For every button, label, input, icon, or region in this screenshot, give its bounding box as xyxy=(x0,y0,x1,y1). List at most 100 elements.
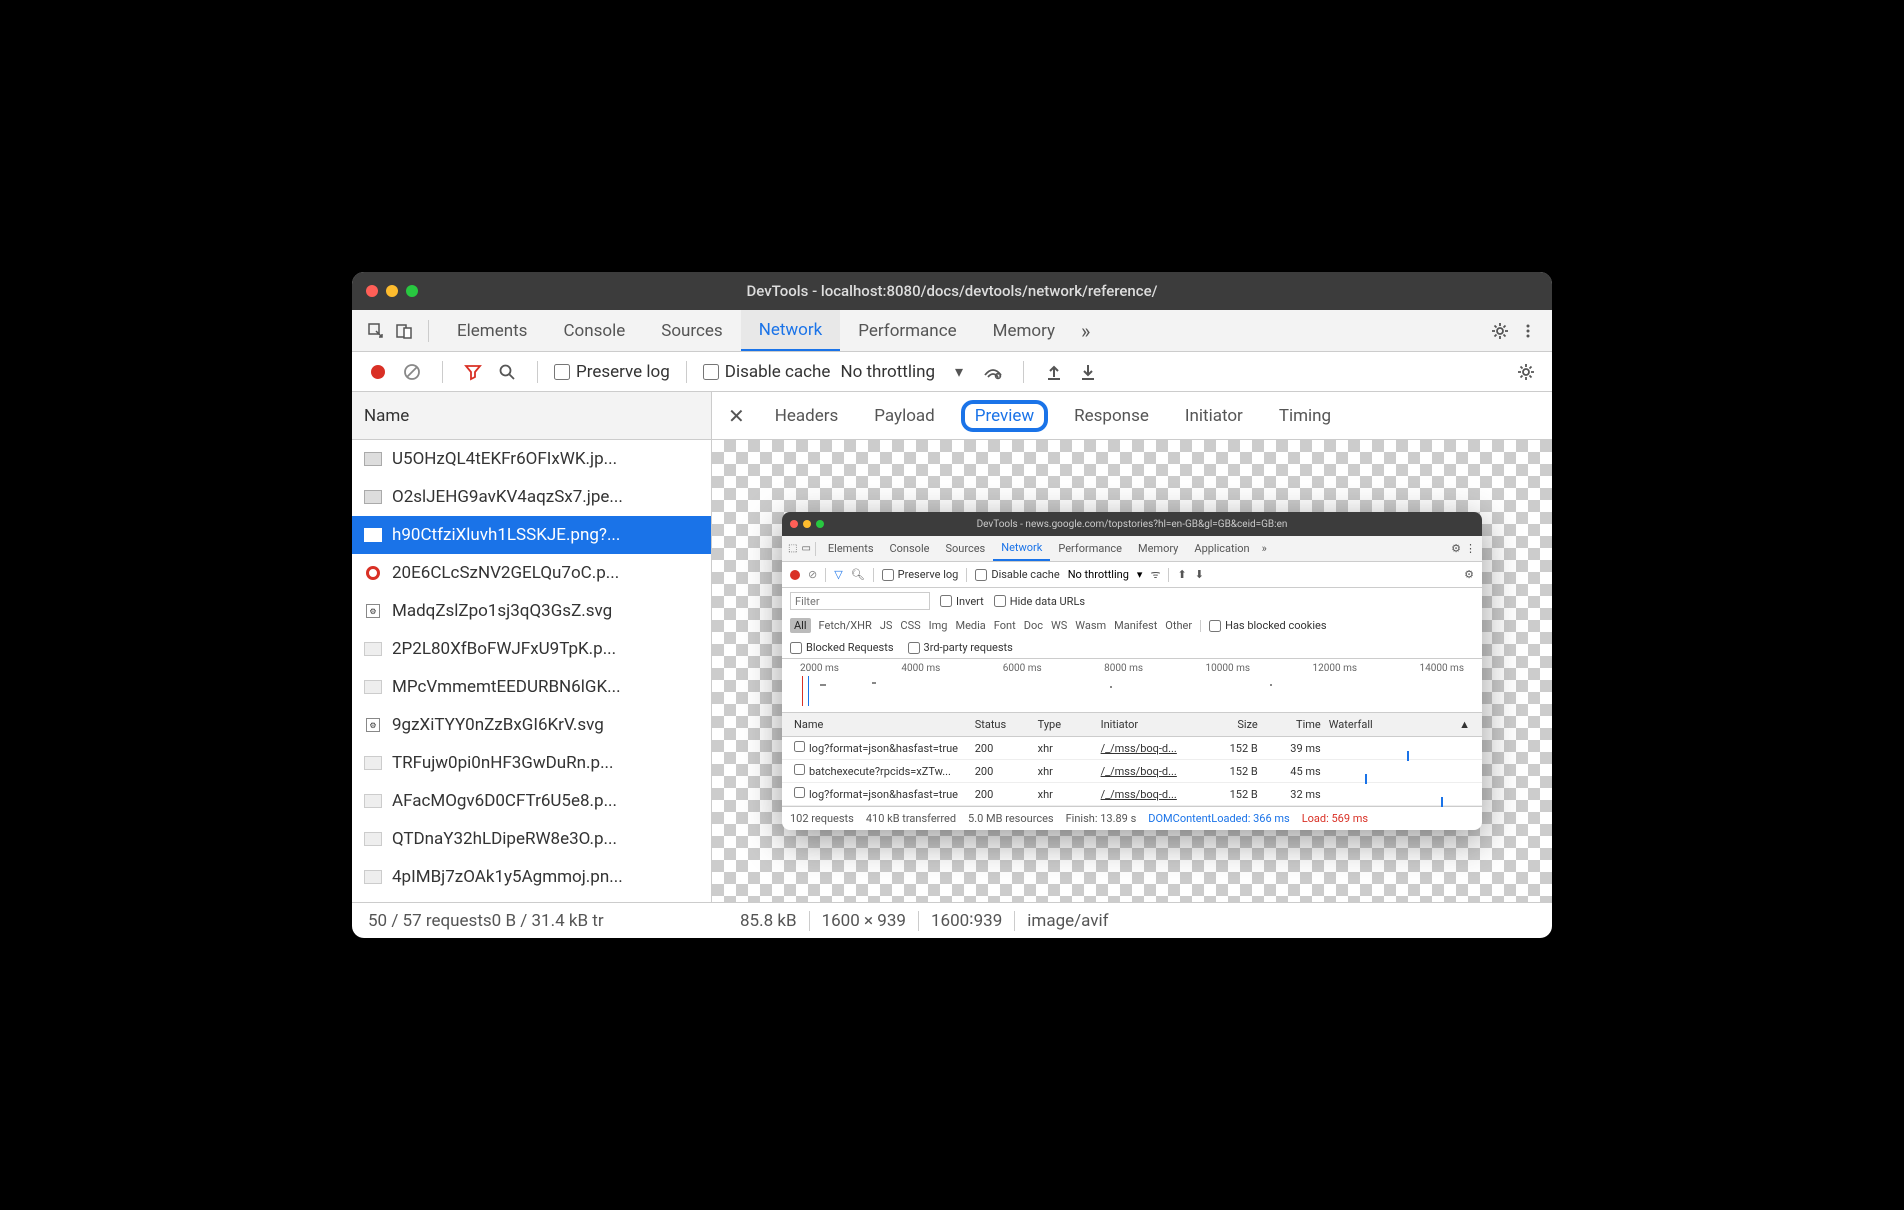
inner-tab-sources: Sources xyxy=(937,536,993,561)
record-button[interactable] xyxy=(364,358,392,386)
inner-category: Img xyxy=(929,619,948,632)
inner-invert: Invert xyxy=(940,595,984,608)
file-name: 4pIMBj7zOAk1y5Agmmoj.pn... xyxy=(392,867,623,887)
preserve-log-checkbox[interactable]: Preserve log xyxy=(554,362,670,382)
file-name: MPcVmmemtEEDURBN6lGK... xyxy=(392,677,621,697)
traffic-lights xyxy=(366,285,418,297)
inner-device-icon: ▭ xyxy=(801,543,810,554)
inner-kebab-icon: ⋮ xyxy=(1465,542,1476,555)
inner-hide-urls: Hide data URLs xyxy=(994,595,1085,608)
titlebar: DevTools - localhost:8080/docs/devtools/… xyxy=(352,272,1552,310)
sidebar-header-name[interactable]: Name xyxy=(352,392,711,440)
close-detail-icon[interactable]: ✕ xyxy=(720,404,753,428)
minimize-window-button[interactable] xyxy=(386,285,398,297)
inner-category: Fetch/XHR xyxy=(819,619,872,632)
detail-tab-payload[interactable]: Payload xyxy=(860,392,948,439)
inner-record-icon xyxy=(790,570,800,580)
detail-tab-preview[interactable]: Preview xyxy=(957,392,1052,439)
file-row[interactable]: 20E6CLcSzNV2GELQu7oC.p... xyxy=(352,554,711,592)
preview-image: DevTools - news.google.com/topstories?hl… xyxy=(782,512,1482,830)
filter-icon[interactable] xyxy=(459,358,487,386)
more-tabs-button[interactable]: » xyxy=(1073,319,1098,343)
file-type-icon xyxy=(364,490,382,504)
inner-caret-icon: ▾ xyxy=(1137,568,1143,581)
tab-network[interactable]: Network xyxy=(741,310,841,351)
detail-tab-headers[interactable]: Headers xyxy=(761,392,853,439)
window-title: DevTools - localhost:8080/docs/devtools/… xyxy=(352,282,1552,300)
file-row[interactable]: h90CtfziXluvh1LSSKJE.png?... xyxy=(352,516,711,554)
file-type-icon xyxy=(364,794,382,808)
inner-toolbar: ⊘ ▽ 🔍︎ Preserve log Disable cache No thr… xyxy=(782,562,1482,588)
maximize-window-button[interactable] xyxy=(406,285,418,297)
device-toolbar-icon[interactable] xyxy=(390,317,418,345)
inner-filter-row: Invert Hide data URLs xyxy=(782,588,1482,614)
kebab-menu-icon[interactable] xyxy=(1514,317,1542,345)
detail-panel: ✕ HeadersPayload Preview ResponseInitiator… xyxy=(712,392,1552,902)
inner-categories: AllFetch/XHRJSCSSImgMediaFontDocWSWasmMa… xyxy=(782,614,1482,637)
tab-console[interactable]: Console xyxy=(545,310,643,351)
inner-blocked-row: Blocked Requests 3rd-party requests xyxy=(782,637,1482,659)
file-type-icon xyxy=(364,680,382,694)
inspect-element-icon[interactable] xyxy=(362,317,390,345)
statusbar: 50 / 57 requests 0 B / 31.4 kB tr 85.8 k… xyxy=(352,902,1552,938)
file-row[interactable]: O2slJEHG9avKV4aqzSx7.jpe... xyxy=(352,478,711,516)
file-type-icon: ⚙ xyxy=(364,718,382,732)
inner-category: Other xyxy=(1165,619,1192,632)
file-name: U5OHzQL4tEKFr6OFIxWK.jp... xyxy=(392,449,617,469)
throttling-dropdown[interactable]: No throttling xyxy=(836,362,939,382)
dropdown-caret-icon[interactable]: ▾ xyxy=(945,358,973,386)
inner-tab-elements: Elements xyxy=(820,536,882,561)
inner-toolbar-settings-icon: ⚙ xyxy=(1464,568,1474,581)
inner-tab-console: Console xyxy=(882,536,938,561)
tab-performance[interactable]: Performance xyxy=(840,310,974,351)
detail-tab-response[interactable]: Response xyxy=(1060,392,1163,439)
file-row[interactable]: MPcVmmemtEEDURBN6lGK... xyxy=(352,668,711,706)
content-area: Name U5OHzQL4tEKFr6OFIxWK.jp... O2slJEHG9… xyxy=(352,392,1552,902)
clear-icon[interactable] xyxy=(398,358,426,386)
inner-category: Doc xyxy=(1024,619,1043,632)
tab-memory[interactable]: Memory xyxy=(975,310,1073,351)
file-type-icon xyxy=(364,870,382,884)
search-icon[interactable] xyxy=(493,358,521,386)
inner-tabs: ⬚ ▭ ElementsConsoleSourcesNetworkPerform… xyxy=(782,536,1482,562)
file-row[interactable]: 4pIMBj7zOAk1y5Agmmoj.pn... xyxy=(352,858,711,896)
inner-titlebar: DevTools - news.google.com/topstories?hl… xyxy=(782,512,1482,536)
upload-har-icon[interactable] xyxy=(1040,358,1068,386)
inner-throttling: No throttling xyxy=(1068,568,1129,581)
timeline-label: 4000 ms xyxy=(901,663,940,674)
file-row[interactable]: TRFujw0pi0nHF3GwDuRn.p... xyxy=(352,744,711,782)
preserve-log-label: Preserve log xyxy=(576,362,670,382)
file-type-icon xyxy=(364,832,382,846)
inner-tab-performance: Performance xyxy=(1050,536,1130,561)
file-row[interactable]: QTDnaY32hLDipeRW8e3O.p... xyxy=(352,820,711,858)
file-row[interactable]: U5OHzQL4tEKFr6OFIxWK.jp... xyxy=(352,440,711,478)
inner-category: Media xyxy=(955,619,985,632)
file-type-icon xyxy=(364,528,382,542)
inner-preserve-log: Preserve log xyxy=(882,568,959,581)
tab-elements[interactable]: Elements xyxy=(439,310,545,351)
detail-tab-initiator[interactable]: Initiator xyxy=(1171,392,1257,439)
inner-category: All xyxy=(790,618,811,633)
network-conditions-icon[interactable] xyxy=(979,358,1007,386)
file-row[interactable]: 2P2L80XfBoFWJFxU9TpK.p... xyxy=(352,630,711,668)
inner-table-header: Name Status Type Initiator Size Time Wat… xyxy=(782,713,1482,737)
inner-footer: 102 requests 410 kB transferred 5.0 MB r… xyxy=(782,806,1482,830)
tab-sources[interactable]: Sources xyxy=(643,310,740,351)
file-row[interactable]: ⚙9gzXiTYY0nZzBxGI6KrV.svg xyxy=(352,706,711,744)
network-settings-icon[interactable] xyxy=(1512,358,1540,386)
settings-icon[interactable] xyxy=(1486,317,1514,345)
file-row[interactable]: AFacMOgv6D0CFTr6U5e8.p... xyxy=(352,782,711,820)
download-har-icon[interactable] xyxy=(1074,358,1102,386)
inner-category: Wasm xyxy=(1075,619,1106,632)
timeline-label: 8000 ms xyxy=(1104,663,1143,674)
file-name: TRFujw0pi0nHF3GwDuRn.p... xyxy=(392,753,614,773)
inner-filter-icon: ▽ xyxy=(834,568,842,581)
detail-tab-timing[interactable]: Timing xyxy=(1265,392,1345,439)
close-window-button[interactable] xyxy=(366,285,378,297)
preview-tab-highlight: Preview xyxy=(961,400,1048,432)
file-row[interactable]: ⚙MadqZslZpo1sj3qQ3GsZ.svg xyxy=(352,592,711,630)
inner-close-icon xyxy=(790,520,798,528)
timeline-label: 14000 ms xyxy=(1419,663,1464,674)
timeline-label: 12000 ms xyxy=(1312,663,1357,674)
disable-cache-checkbox[interactable]: Disable cache xyxy=(703,362,831,382)
